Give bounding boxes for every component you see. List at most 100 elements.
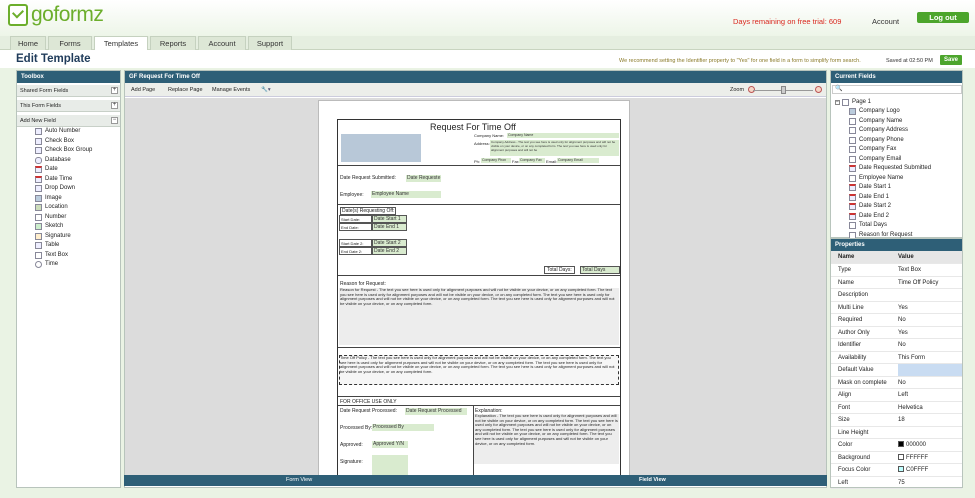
add-page-button[interactable]: Add Page	[131, 87, 155, 93]
tab-account[interactable]: Account	[198, 36, 246, 50]
property-value[interactable]: This Form	[898, 352, 962, 364]
search-icon: 🔍	[835, 86, 843, 92]
property-value[interactable]	[898, 289, 962, 301]
current-field-item[interactable]: Company Address	[849, 126, 908, 135]
property-value[interactable]: No	[898, 314, 962, 326]
property-value[interactable]: Yes	[898, 302, 962, 314]
current-field-item[interactable]: Company Fax	[849, 145, 896, 154]
company-fax-field[interactable]: Company Fax	[519, 158, 545, 163]
color-swatch[interactable]	[898, 441, 904, 448]
toolbox-item-sketch[interactable]: Sketch	[35, 222, 63, 231]
company-name-field[interactable]: Company Name	[507, 133, 619, 138]
toolbox-item-check-box[interactable]: Check Box	[35, 137, 74, 146]
expand-icon[interactable]: +	[111, 102, 118, 109]
current-field-item[interactable]: Date Start 1	[849, 183, 891, 192]
company-logo-placeholder[interactable]	[341, 134, 421, 162]
tab-reports[interactable]: Reports	[150, 36, 196, 50]
processed-by-field[interactable]: Processed By	[372, 424, 434, 431]
canvas-toolbar: Add Page Replace Page Manage Events 🔧▾ Z…	[125, 83, 826, 97]
expand-icon[interactable]: +	[111, 87, 118, 94]
property-value[interactable]: 75	[898, 477, 962, 489]
current-field-item[interactable]: Company Email	[849, 155, 901, 164]
property-value[interactable]: Text Box	[898, 264, 962, 276]
property-value[interactable]: Left	[898, 389, 962, 401]
tab-forms[interactable]: Forms	[48, 36, 92, 50]
current-field-item[interactable]: Employee Name	[849, 174, 903, 183]
toolbox-item-text-box[interactable]: Text Box	[35, 251, 68, 260]
toolbox-item-location[interactable]: Location	[35, 203, 68, 212]
tab-support[interactable]: Support	[248, 36, 292, 50]
current-field-item[interactable]: Company Name	[849, 117, 902, 126]
wrench-icon[interactable]: 🔧▾	[261, 87, 271, 93]
date-end-2-field[interactable]: Date End 2	[372, 247, 407, 255]
toolbox-item-table[interactable]: Table	[35, 241, 59, 250]
form-view-button[interactable]: Form View	[286, 477, 312, 483]
app-header: goformz Days remaining on free trial: 60…	[0, 0, 975, 36]
logout-button[interactable]: Log out	[917, 12, 969, 23]
total-days-field[interactable]: Total Days	[580, 266, 620, 274]
toolbox-item-drop-down[interactable]: Drop Down	[35, 184, 75, 193]
this-form-fields-section[interactable]: This Form Fields +	[17, 100, 120, 112]
signature-icon	[35, 232, 42, 240]
property-value[interactable]: C0FFFF	[898, 464, 962, 476]
property-value[interactable]: 000000	[898, 439, 962, 451]
property-value[interactable]	[898, 364, 962, 376]
company-phone-field[interactable]: Company Phon	[481, 158, 511, 163]
replace-page-button[interactable]: Replace Page	[168, 87, 203, 93]
company-address-field[interactable]: Company Address - The text you see here …	[490, 140, 619, 156]
color-swatch[interactable]	[898, 466, 904, 473]
property-value[interactable]: Yes	[898, 327, 962, 339]
field-view-button[interactable]: Field View	[639, 477, 666, 483]
toolbox-item-signature[interactable]: Signature	[35, 232, 71, 241]
collapse-icon[interactable]: −	[111, 117, 118, 124]
tree-page-node[interactable]: − Page 1	[835, 98, 871, 107]
toolbox-item-image[interactable]: Image	[35, 194, 62, 203]
account-link[interactable]: Account	[872, 17, 899, 26]
toolbox-item-check-box-group[interactable]: Check Box Group	[35, 146, 92, 155]
toolbox-item-time[interactable]: Time	[35, 260, 58, 269]
current-field-item[interactable]: Company Phone	[849, 136, 904, 145]
property-value[interactable]: Time Off Policy	[898, 277, 962, 289]
toolbox-item-date[interactable]: Date	[35, 165, 58, 174]
toolbox-item-number[interactable]: Number	[35, 213, 66, 222]
zoom-in-icon[interactable]	[815, 86, 822, 93]
current-field-item[interactable]: Company Logo	[849, 107, 900, 116]
property-value[interactable]	[898, 427, 962, 439]
property-value[interactable]: Helvetica	[898, 402, 962, 414]
manage-events-button[interactable]: Manage Events	[212, 87, 250, 93]
toolbox-item-auto-number[interactable]: Auto Number	[35, 127, 80, 136]
property-value[interactable]: No	[898, 377, 962, 389]
gofomz-logo[interactable]: goformz	[8, 3, 104, 27]
date-end-1-field[interactable]: Date End 1	[372, 223, 407, 231]
current-field-item[interactable]: Total Days	[849, 221, 887, 230]
current-field-item[interactable]: Date End 2	[849, 212, 889, 221]
date-requested-field[interactable]: Date Requeste	[406, 175, 441, 182]
name-column-header[interactable]: Name	[838, 251, 854, 263]
date-request-processed-field[interactable]: Date Request Processed	[405, 408, 467, 415]
toolbox-item-date-time[interactable]: Date Time	[35, 175, 72, 184]
tab-templates[interactable]: Templates	[94, 36, 148, 51]
shared-form-fields-section[interactable]: Shared Form Fields +	[17, 85, 120, 97]
property-value[interactable]: FFFFFF	[898, 452, 962, 464]
property-value[interactable]: 18	[898, 414, 962, 426]
zoom-slider-handle[interactable]	[781, 86, 786, 94]
property-value-text: C0FFFF	[906, 467, 929, 473]
date-start-2-field[interactable]: Date Start 2	[372, 239, 407, 247]
company-email-field[interactable]: Company Email	[557, 158, 599, 163]
employee-name-field[interactable]: Employee Name	[371, 191, 441, 198]
approved-field[interactable]: Approved Y/N	[372, 441, 408, 448]
save-button[interactable]: Save	[940, 55, 962, 65]
item-label: Time	[45, 261, 59, 267]
field-search-input[interactable]: 🔍	[832, 85, 962, 94]
toolbox-item-database[interactable]: Database	[35, 156, 71, 165]
collapse-icon[interactable]: −	[835, 100, 840, 105]
color-swatch[interactable]	[898, 453, 904, 460]
current-field-item[interactable]: Date Requested Submitted	[849, 164, 931, 173]
current-field-item[interactable]: Date End 1	[849, 193, 889, 202]
property-value[interactable]: No	[898, 339, 962, 351]
tab-home[interactable]: Home	[10, 36, 46, 50]
date-start-1-field[interactable]: Date Start 1	[372, 215, 407, 223]
time-off-policy-field[interactable]: Time Off Policy - The text you see here …	[339, 355, 619, 385]
current-field-item[interactable]: Date Start 2	[849, 202, 891, 211]
add-new-field-section[interactable]: Add New Field −	[17, 115, 120, 127]
